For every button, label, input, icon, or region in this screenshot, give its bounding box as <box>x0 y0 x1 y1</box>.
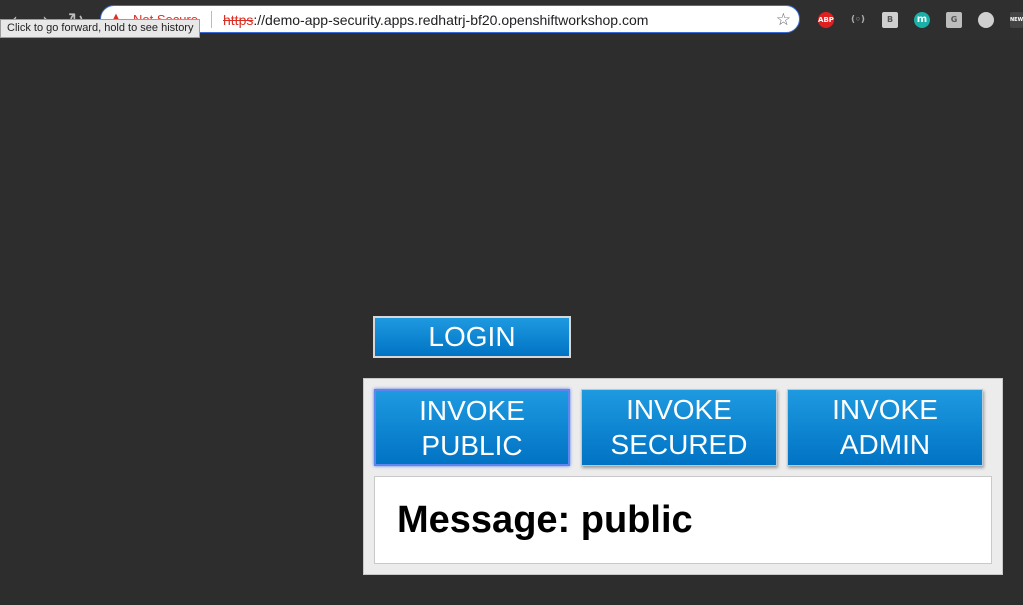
url-divider <box>211 11 212 28</box>
bookmark-star-icon[interactable]: ☆ <box>776 10 791 30</box>
lens-extension-icon[interactable]: (◦) <box>850 12 866 28</box>
address-bar[interactable]: ▲ Not Secure https://demo-app-security.a… <box>100 5 800 33</box>
login-button[interactable]: LOGIN <box>373 316 571 358</box>
adblock-plus-icon[interactable]: ABP <box>818 12 834 28</box>
forward-tooltip: Click to go forward, hold to see history <box>0 19 201 38</box>
circle-extension-icon[interactable] <box>978 12 994 28</box>
invoke-admin-line2: ADMIN <box>839 429 931 460</box>
invoke-admin-line1: INVOKE <box>832 394 938 425</box>
invoke-admin-button[interactable]: INVOKE ADMIN <box>787 389 983 466</box>
invoke-secured-button[interactable]: INVOKE SECURED <box>581 389 777 466</box>
b-extension-icon[interactable]: B <box>882 12 898 28</box>
message-box: Message: public <box>374 476 992 564</box>
invoke-public-line2: PUBLIC <box>421 430 523 461</box>
url-scheme: https <box>223 12 254 28</box>
invoke-secured-line1: INVOKE <box>626 394 732 425</box>
g-extension-icon[interactable]: G <box>946 12 962 28</box>
invoke-public-line1: INVOKE <box>419 395 525 426</box>
invoke-secured-line2: SECURED <box>610 429 748 460</box>
url-host-path: ://demo-app-security.apps.redhatrj-bf20.… <box>253 12 649 28</box>
invoke-public-button[interactable]: INVOKE PUBLIC <box>374 389 570 466</box>
news-extension-icon[interactable]: NEW <box>1010 12 1023 28</box>
url-text[interactable]: https://demo-app-security.apps.redhatrj-… <box>223 12 648 28</box>
invoke-panel: INVOKE PUBLIC INVOKE SECURED INVOKE ADMI… <box>363 378 1003 575</box>
m-extension-icon[interactable]: m <box>914 12 930 28</box>
message-text: Message: public <box>397 499 693 541</box>
